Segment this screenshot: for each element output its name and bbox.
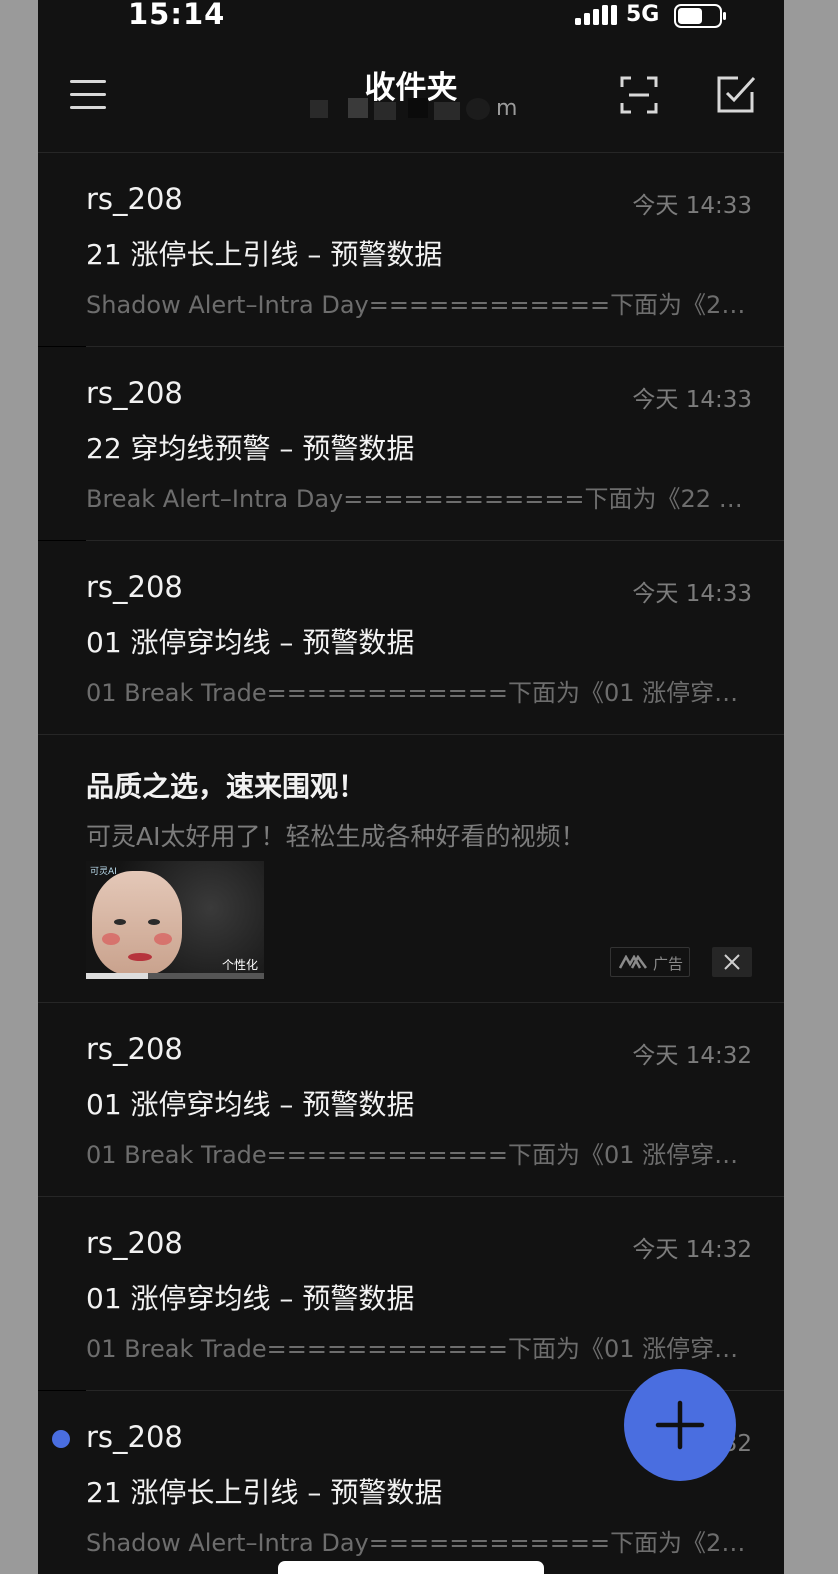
mail-item[interactable]: rs_208 今天 14:32 01 涨停穿均线 – 预警数据 01 Break… — [38, 1003, 784, 1197]
mail-subject: 21 涨停长上引线 – 预警数据 — [86, 1476, 443, 1509]
mail-date: 今天 14:33 — [632, 193, 752, 219]
mail-subject: 01 涨停穿均线 – 预警数据 — [86, 1282, 415, 1315]
redacted-block — [434, 102, 460, 120]
mail-sender: rs_208 — [86, 1226, 183, 1260]
compose-button[interactable] — [624, 1369, 736, 1481]
mail-preview: 01 Break Trade============下面为《01 涨停穿均线 –… — [86, 1335, 746, 1363]
status-time: 15:14 — [128, 0, 226, 31]
signal-icon — [575, 5, 617, 25]
ad-badge-label: 广告 — [653, 955, 684, 973]
ad-logo-icon — [619, 955, 647, 969]
ad-video-thumbnail[interactable]: 可灵AI 个性化 — [86, 861, 264, 979]
mail-subject: 21 涨停长上引线 – 预警数据 — [86, 238, 443, 271]
account-suffix: m — [496, 96, 518, 121]
unread-dot-icon — [52, 1430, 70, 1448]
mail-subject: 01 涨停穿均线 – 预警数据 — [86, 1088, 415, 1121]
portrait-cheek — [102, 933, 120, 945]
redacted-block — [348, 98, 368, 118]
battery-icon — [674, 4, 726, 28]
ad-card[interactable]: 品质之选，速来围观！ 可灵AI太好用了！轻松生成各种好看的视频！ 可灵AI 个性… — [38, 735, 784, 1003]
mail-preview: Shadow Alert–Intra Day============下面为《21… — [86, 291, 746, 319]
portrait-eye — [114, 919, 126, 925]
thumbnail-brand: 可灵AI — [90, 867, 117, 877]
mail-date: 今天 14:32 — [632, 1043, 752, 1069]
portrait-eye — [148, 919, 160, 925]
mail-date: 今天 14:32 — [632, 1237, 752, 1263]
mail-sender: rs_208 — [86, 1032, 183, 1066]
mail-subject: 01 涨停穿均线 – 预警数据 — [86, 626, 415, 659]
scan-icon[interactable] — [620, 76, 658, 114]
ad-title: 品质之选，速来围观！ — [86, 770, 367, 803]
mail-list: rs_208 今天 14:33 21 涨停长上引线 – 预警数据 Shadow … — [38, 152, 784, 1574]
home-indicator[interactable] — [278, 1561, 544, 1574]
mail-item[interactable]: rs_208 今天 14:33 21 涨停长上引线 – 预警数据 Shadow … — [38, 153, 784, 347]
nav-bar: 收件夹 m — [38, 38, 784, 152]
mail-preview: Shadow Alert–Intra Day============下面为《21… — [86, 1529, 746, 1557]
multi-select-icon[interactable] — [716, 74, 756, 114]
mail-preview: 01 Break Trade============下面为《01 涨停穿均线 –… — [86, 679, 746, 707]
mail-sender: rs_208 — [86, 376, 183, 410]
mail-item[interactable]: rs_208 今天 14:33 01 涨停穿均线 – 预警数据 01 Break… — [38, 541, 784, 735]
redacted-block — [466, 98, 490, 120]
status-bar: 15:14 5G — [38, 0, 784, 38]
redacted-block — [374, 102, 396, 120]
ad-badge: 广告 — [610, 947, 690, 977]
thumbnail-caption: 个性化 — [221, 958, 258, 972]
mail-preview: Break Alert–Intra Day============下面为《22 … — [86, 485, 746, 513]
portrait-cheek — [154, 933, 172, 945]
portrait-image — [92, 871, 182, 975]
mail-sender: rs_208 — [86, 182, 183, 216]
plus-icon — [655, 1400, 705, 1450]
video-progress-fill — [86, 973, 149, 979]
close-icon — [724, 954, 740, 970]
mail-app-screen: 15:14 5G 收件夹 m rs_208 今天 14:33 21 涨停长上引线… — [38, 0, 784, 1574]
mail-date: 今天 14:33 — [632, 581, 752, 607]
ad-close-button[interactable] — [712, 947, 752, 977]
account-address[interactable]: m — [310, 96, 550, 124]
mail-subject: 22 穿均线预警 – 预警数据 — [86, 432, 415, 465]
redacted-block — [310, 100, 328, 118]
mail-item[interactable]: rs_208 今天 14:32 01 涨停穿均线 – 预警数据 01 Break… — [38, 1197, 784, 1391]
redacted-block — [408, 98, 428, 118]
mail-date: 今天 14:33 — [632, 387, 752, 413]
mail-preview: 01 Break Trade============下面为《01 涨停穿均线 –… — [86, 1141, 746, 1169]
mail-sender: rs_208 — [86, 570, 183, 604]
mail-sender: rs_208 — [86, 1420, 183, 1454]
portrait-lips — [128, 953, 152, 961]
ad-description: 可灵AI太好用了！轻松生成各种好看的视频！ — [86, 822, 586, 851]
mail-item[interactable]: rs_208 今天 14:33 22 穿均线预警 – 预警数据 Break Al… — [38, 347, 784, 541]
network-type: 5G — [626, 2, 660, 27]
video-progress-bar — [86, 973, 264, 979]
